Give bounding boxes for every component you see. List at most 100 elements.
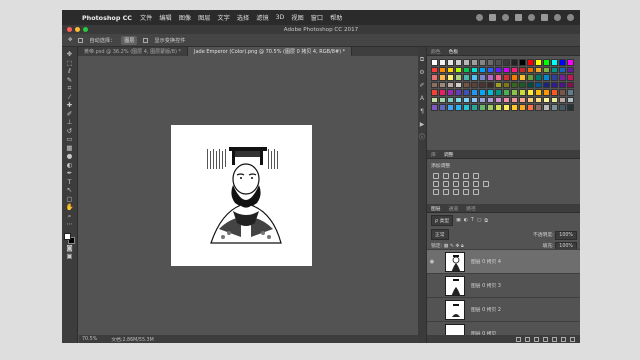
gradient-map-icon[interactable]: [463, 189, 469, 195]
lasso-tool-icon[interactable]: ℓ: [65, 68, 74, 76]
color-swatch[interactable]: [455, 104, 462, 111]
hue-saturation-icon[interactable]: [433, 181, 439, 187]
properties-panel-icon[interactable]: ⚙: [419, 70, 424, 76]
zoom-level[interactable]: 70.5%: [82, 337, 97, 342]
color-swatch[interactable]: [431, 89, 438, 96]
color-swatch[interactable]: [503, 104, 510, 111]
eyedropper-tool-icon[interactable]: ⁄: [65, 93, 74, 102]
color-swatch[interactable]: [567, 66, 574, 73]
posterize-icon[interactable]: [443, 189, 449, 195]
color-swatch[interactable]: [487, 96, 494, 103]
new-group-icon[interactable]: [552, 336, 557, 342]
color-swatch[interactable]: [447, 96, 454, 103]
filter-shape-icon[interactable]: ▢: [477, 218, 482, 223]
color-swatch[interactable]: [487, 59, 494, 66]
color-swatch[interactable]: [479, 89, 486, 96]
layer-filter-kind[interactable]: ρ 类型: [431, 215, 454, 226]
selective-color-icon[interactable]: [473, 189, 479, 195]
color-swatch[interactable]: [471, 104, 478, 111]
color-swatch[interactable]: [559, 74, 566, 81]
menu-window[interactable]: 窗口: [311, 13, 323, 22]
color-swatch[interactable]: [447, 89, 454, 96]
color-swatch[interactable]: [455, 66, 462, 73]
character-panel-icon[interactable]: A: [420, 96, 424, 102]
color-swatch[interactable]: [511, 89, 518, 96]
color-swatch[interactable]: [463, 66, 470, 73]
color-swatch[interactable]: [519, 89, 526, 96]
menu-select[interactable]: 选择: [237, 13, 249, 22]
color-swatch[interactable]: [479, 81, 486, 88]
color-swatch[interactable]: [559, 81, 566, 88]
filter-smart-icon[interactable]: ⧉: [484, 218, 487, 224]
filter-pixel-icon[interactable]: ▣: [456, 218, 461, 223]
color-swatch[interactable]: [479, 66, 486, 73]
pen-tool-icon[interactable]: ✒: [65, 170, 74, 178]
color-swatch[interactable]: [439, 96, 446, 103]
color-swatch[interactable]: [527, 96, 534, 103]
search-icon[interactable]: [554, 14, 561, 21]
color-swatch[interactable]: [519, 74, 526, 81]
color-swatch[interactable]: [495, 96, 502, 103]
move-tool-icon[interactable]: ✥: [68, 37, 72, 43]
exposure-icon[interactable]: [463, 173, 469, 179]
wifi-icon[interactable]: [528, 14, 535, 21]
tab-color[interactable]: 颜色: [431, 48, 441, 55]
color-swatch[interactable]: [463, 89, 470, 96]
color-swatch[interactable]: [463, 59, 470, 66]
color-swatch[interactable]: [535, 89, 542, 96]
menu-help[interactable]: 帮助: [330, 13, 342, 22]
paragraph-panel-icon[interactable]: ¶: [420, 109, 424, 115]
color-swatch[interactable]: [567, 74, 574, 81]
status-icon[interactable]: [515, 14, 522, 21]
status-icon[interactable]: [476, 14, 483, 21]
curves-icon[interactable]: [453, 173, 459, 179]
more-tools-icon[interactable]: ⋯: [65, 221, 74, 229]
color-swatch[interactable]: [543, 59, 550, 66]
color-swatch[interactable]: [447, 81, 454, 88]
color-swatch[interactable]: [495, 104, 502, 111]
path-select-tool-icon[interactable]: ↖: [65, 187, 74, 195]
layer-name[interactable]: 图层 0 拷贝 4: [471, 258, 501, 265]
color-swatch[interactable]: [487, 66, 494, 73]
hand-tool-icon[interactable]: ✋: [65, 204, 74, 212]
color-swatch[interactable]: [527, 59, 534, 66]
color-swatch[interactable]: [463, 74, 470, 81]
color-swatch[interactable]: [463, 96, 470, 103]
brush-panel-icon[interactable]: ✐: [419, 83, 424, 89]
black-white-icon[interactable]: [453, 181, 459, 187]
tab-adjustments[interactable]: 调整: [444, 151, 454, 158]
color-swatch[interactable]: [431, 104, 438, 111]
history-panel-icon[interactable]: ⧉: [420, 57, 424, 63]
healing-brush-tool-icon[interactable]: ✚: [65, 102, 74, 110]
gradient-tool-icon[interactable]: ▦: [65, 144, 74, 153]
layer-row[interactable]: 图层 0 拷贝 2: [427, 297, 580, 321]
layer-name[interactable]: 图层 0 拷贝 3: [471, 282, 501, 289]
eraser-tool-icon[interactable]: ▭: [65, 136, 74, 144]
brightness-contrast-icon[interactable]: [433, 173, 439, 179]
color-swatch[interactable]: [535, 66, 542, 73]
color-swatch[interactable]: [511, 104, 518, 111]
color-swatch[interactable]: [527, 104, 534, 111]
blur-tool-icon[interactable]: ●: [65, 153, 74, 161]
filter-type-icon[interactable]: T: [471, 218, 474, 223]
color-swatch[interactable]: [471, 81, 478, 88]
tab-document-active[interactable]: Jade Emperor (Color).png @ 70.5% (图层 0 拷…: [188, 47, 353, 56]
color-swatch[interactable]: [455, 96, 462, 103]
battery-icon[interactable]: [541, 14, 548, 21]
color-swatch[interactable]: [559, 89, 566, 96]
color-swatch[interactable]: [431, 74, 438, 81]
filter-adjust-icon[interactable]: ◐: [464, 218, 468, 223]
menu-view[interactable]: 视图: [291, 13, 303, 22]
app-menu[interactable]: Photoshop CC: [82, 14, 132, 22]
color-swatch[interactable]: [447, 59, 454, 66]
color-swatch[interactable]: [559, 66, 566, 73]
color-swatch[interactable]: [543, 89, 550, 96]
show-transform-checkbox[interactable]: [143, 37, 149, 43]
menu-image[interactable]: 图像: [179, 13, 191, 22]
tab-paths[interactable]: 路径: [466, 205, 476, 212]
shape-tool-icon[interactable]: ▢: [65, 195, 74, 204]
tab-layers[interactable]: 图层: [431, 205, 441, 212]
color-swatch[interactable]: [431, 81, 438, 88]
color-swatch[interactable]: [495, 66, 502, 73]
color-swatch[interactable]: [503, 66, 510, 73]
